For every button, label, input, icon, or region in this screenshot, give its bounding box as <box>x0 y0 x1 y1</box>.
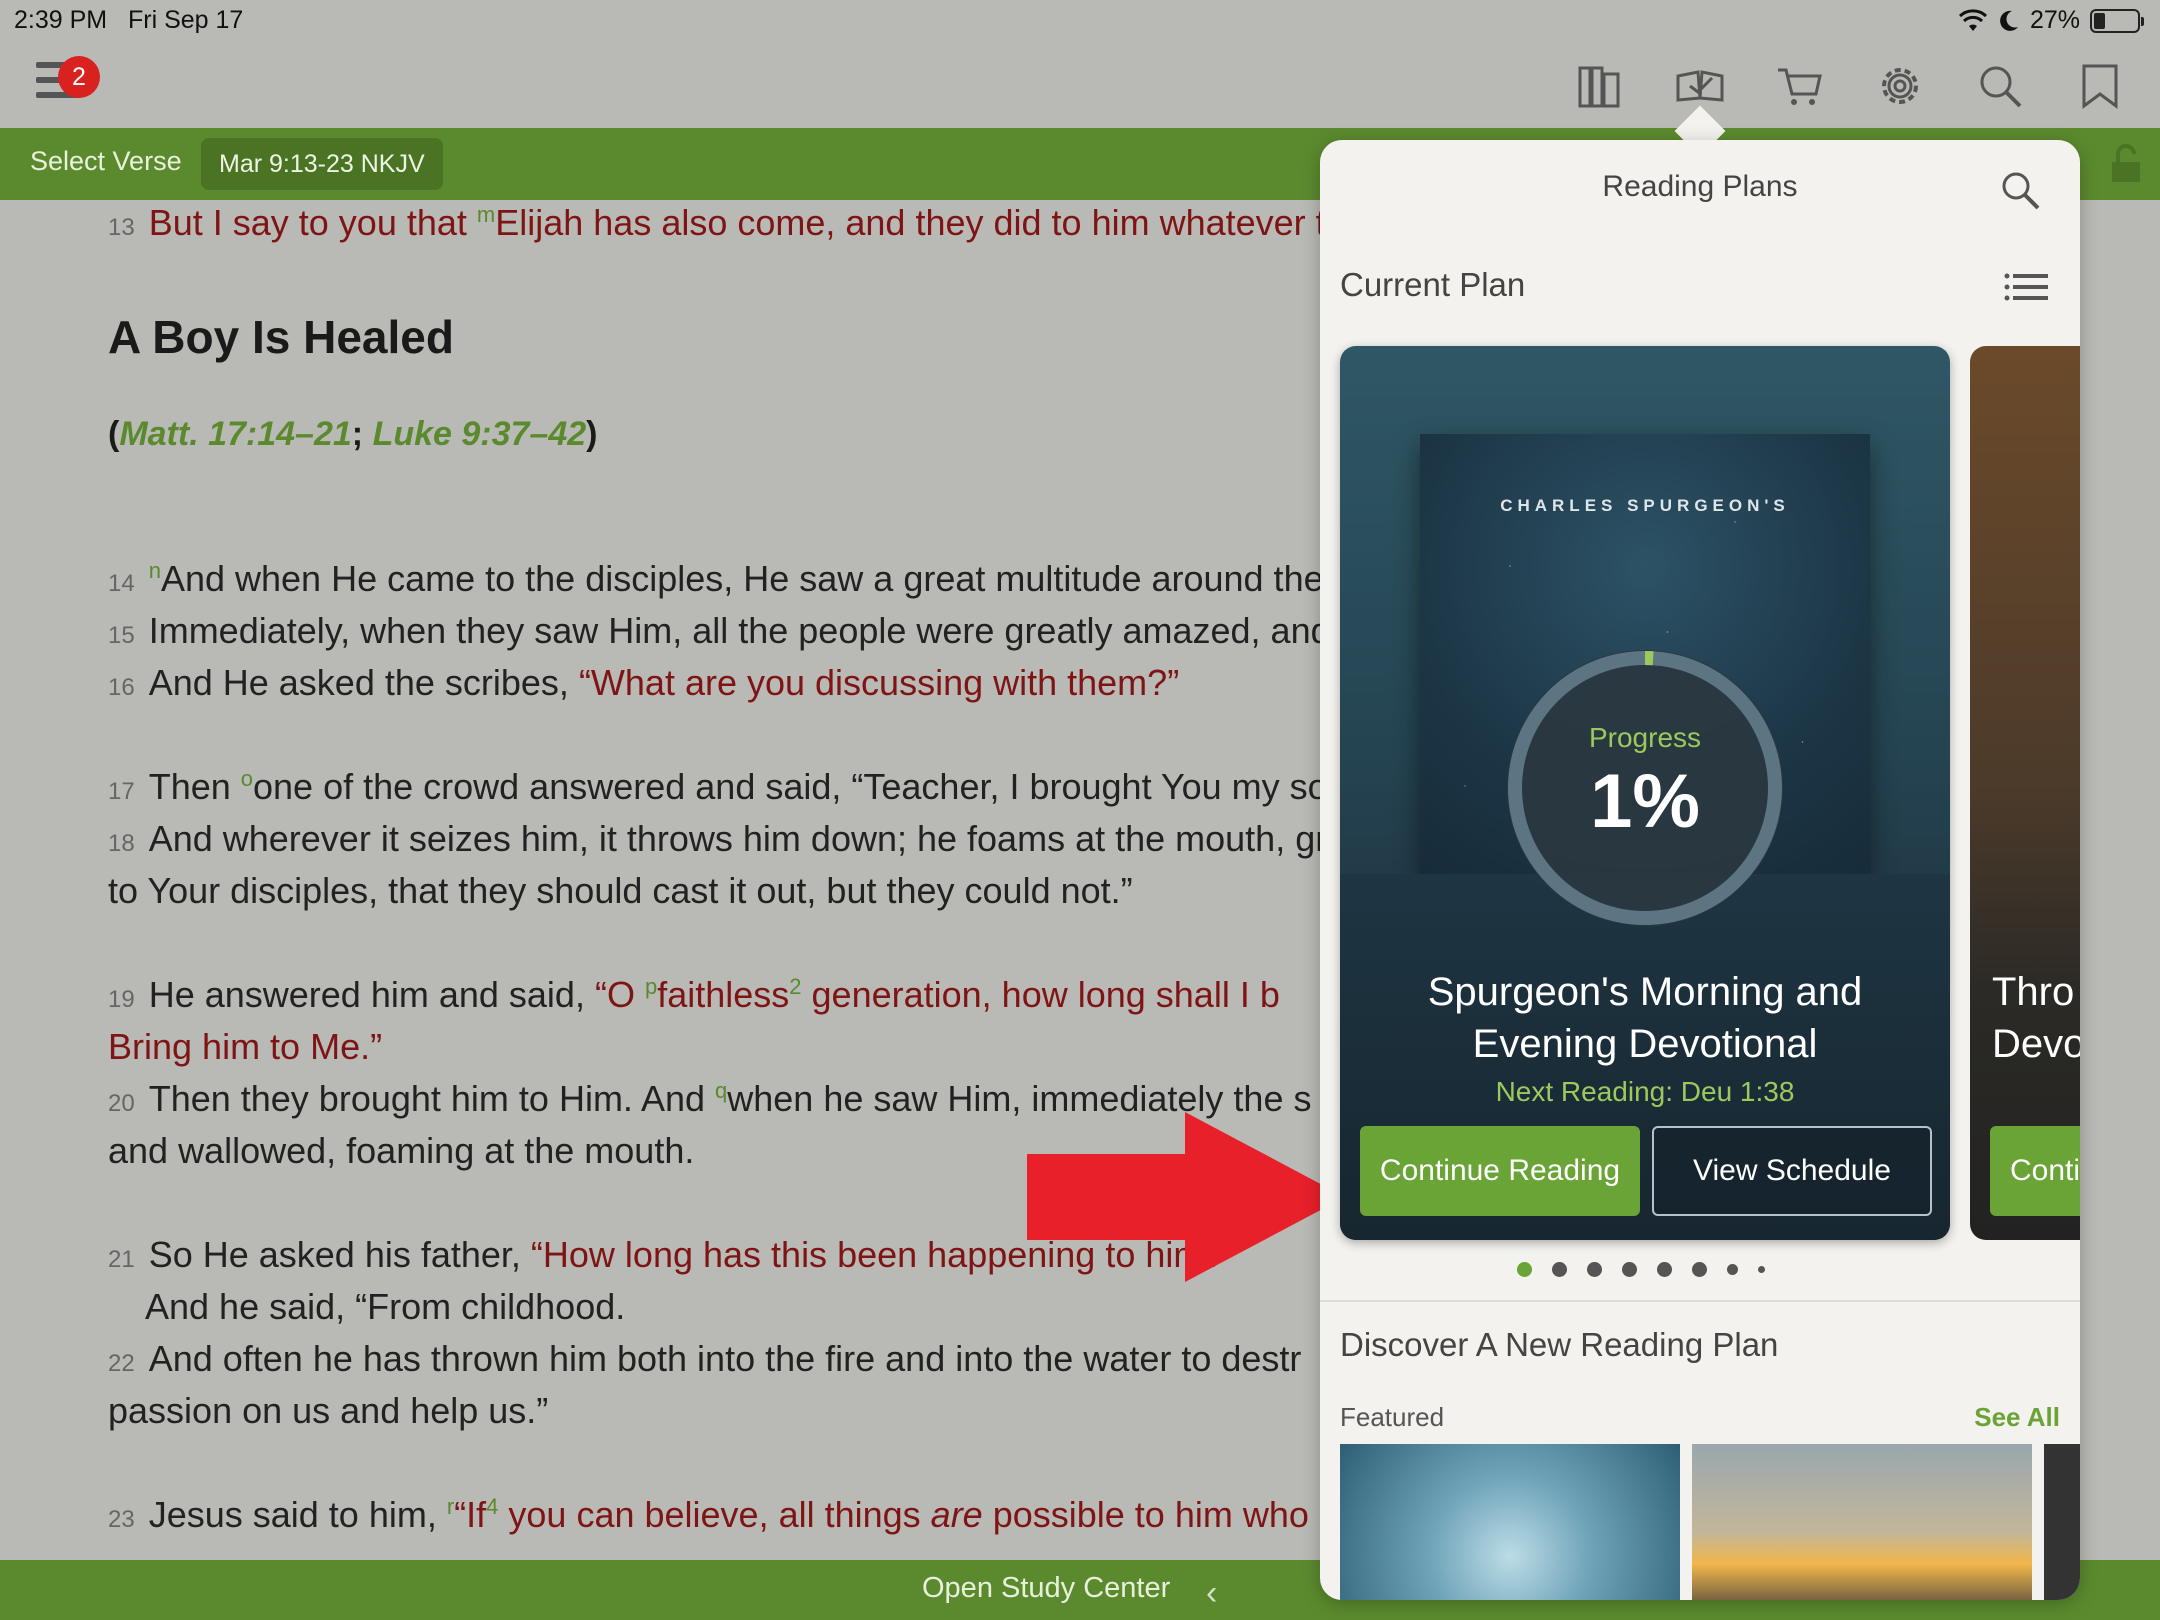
search-icon[interactable] <box>1974 60 2026 112</box>
verse-15: 15 Immediately, when they saw Him, all th… <box>108 610 1331 651</box>
library-icon[interactable] <box>1574 60 1626 112</box>
footnote-n[interactable]: n <box>149 558 161 583</box>
verse-14: 14 nAnd when He came to the disciples, He… <box>108 558 1336 599</box>
page-indicator[interactable] <box>1320 1262 2080 1277</box>
footnote-2[interactable]: 2 <box>789 974 801 999</box>
battery-icon <box>2090 8 2144 33</box>
next-reading[interactable]: Next Reading: Deu 1:38 <box>1340 1076 1950 1108</box>
current-plan-label: Current Plan <box>1340 266 1526 303</box>
xref-matthew[interactable]: Matt. 17:14–21 <box>119 415 351 453</box>
verse-18-cont: to Your disciples, that they should cast… <box>108 870 1133 911</box>
cart-icon[interactable] <box>1774 60 1826 112</box>
settings-icon[interactable] <box>1874 60 1926 112</box>
footnote-q[interactable]: q <box>715 1078 727 1103</box>
verse-21-cont: And he said, “From childhood. <box>145 1286 626 1327</box>
wifi-icon <box>1958 8 1987 31</box>
page-dot[interactable] <box>1758 1266 1765 1273</box>
popover-title: Reading Plans <box>1602 170 1798 203</box>
list-icon[interactable] <box>2004 272 2048 302</box>
next-plan-card[interactable]: Thro Devo Conti <box>1970 346 2080 1240</box>
featured-plan-thumbnail[interactable] <box>2044 1444 2080 1600</box>
page-dot[interactable] <box>1692 1262 1707 1277</box>
top-toolbar: 2 <box>0 40 2160 128</box>
battery-percent: 27% <box>2029 6 2080 34</box>
featured-plan-thumbnail[interactable] <box>1692 1444 2032 1600</box>
open-study-center-button[interactable]: Open Study Center <box>922 1572 1170 1605</box>
view-schedule-button[interactable]: View Schedule <box>1652 1126 1932 1216</box>
status-bar: 2:39 PM Fri Sep 17 27% <box>0 0 2160 40</box>
xref-luke[interactable]: Luke 9:37–42 <box>373 415 587 453</box>
progress-value: 1% <box>1590 759 1700 844</box>
footnote-m[interactable]: m <box>477 202 495 227</box>
divider <box>1320 1300 2080 1302</box>
status-time: 2:39 PM <box>14 6 108 34</box>
see-all-link[interactable]: See All <box>1974 1402 2060 1433</box>
notification-badge: 2 <box>58 56 100 98</box>
footnote-o[interactable]: o <box>241 766 253 791</box>
reading-plans-popover: Reading Plans Current Plan CHARLES SPURG… <box>1320 140 2080 1600</box>
continue-reading-button[interactable]: Continue Reading <box>1360 1126 1640 1216</box>
section-heading: A Boy Is Healed <box>108 311 454 363</box>
verse-22-cont: passion on us and help us.” <box>108 1390 549 1431</box>
verse-19-cont: Bring him to Me.” <box>108 1026 383 1067</box>
continue-reading-button-2[interactable]: Conti <box>1990 1126 2080 1216</box>
verse-22: 22 And often he has thrown him both into … <box>108 1338 1302 1379</box>
status-right: 27% <box>1958 6 2144 35</box>
featured-label: Featured <box>1340 1402 1445 1432</box>
footnote-p[interactable]: p <box>645 974 657 999</box>
progress-label: Progress <box>1588 722 1702 753</box>
page-dot[interactable] <box>1657 1262 1672 1277</box>
plan-title-2: Thro Devo <box>1992 970 2080 1066</box>
lock-icon[interactable] <box>2102 140 2150 188</box>
featured-plan-thumbnail[interactable] <box>1340 1444 1680 1600</box>
popover-search-icon[interactable] <box>1998 168 2042 212</box>
moon-icon <box>2000 10 2018 31</box>
current-plan-card[interactable]: CHARLES SPURGEON'S Progress 1% Spurgeon'… <box>1340 346 1950 1240</box>
page-dot[interactable] <box>1727 1264 1738 1275</box>
verse-20-cont: and wallowed, foaming at the mouth. <box>108 1130 695 1171</box>
reference-pill[interactable]: Mar 9:13-23 NKJV <box>201 138 443 190</box>
verse-13: 13 But I say to you that mElijah has also… <box>108 202 1326 243</box>
reading-plans-icon[interactable] <box>1674 60 1726 112</box>
chevron-left-icon[interactable]: ‹ <box>1206 1574 1217 1613</box>
verse-16: 16 And He asked the scribes, “What are yo… <box>108 662 1180 703</box>
plan-title: Spurgeon's Morning and Evening Devotiona… <box>1427 970 1863 1066</box>
cover-author: CHARLES SPURGEON'S <box>1500 496 1790 515</box>
verse-17: 17 Then oone of the crowd answered and sa… <box>108 766 1340 807</box>
page-dot[interactable] <box>1622 1262 1637 1277</box>
verse-18: 18 And wherever it seizes him, it throws … <box>108 818 1328 859</box>
verse-23: 23 Jesus said to him, r“If4 you can belie… <box>108 1494 1339 1535</box>
verse-19: 19 He answered him and said, “O pfaithles… <box>108 974 1280 1015</box>
page-dot[interactable] <box>1517 1262 1532 1277</box>
discover-heading: Discover A New Reading Plan <box>1340 1326 1779 1363</box>
bookmark-icon[interactable] <box>2074 60 2126 112</box>
red-arrow-annotation <box>1027 1112 1345 1282</box>
footnote-4[interactable]: 4 <box>486 1494 498 1519</box>
status-date: Fri Sep 17 <box>128 6 244 34</box>
cross-references: (Matt. 17:14–21; Luke 9:37–42) <box>108 415 598 453</box>
page-dot[interactable] <box>1552 1262 1567 1277</box>
select-verse-button[interactable]: Select Verse <box>30 146 182 177</box>
page-dot[interactable] <box>1587 1262 1602 1277</box>
